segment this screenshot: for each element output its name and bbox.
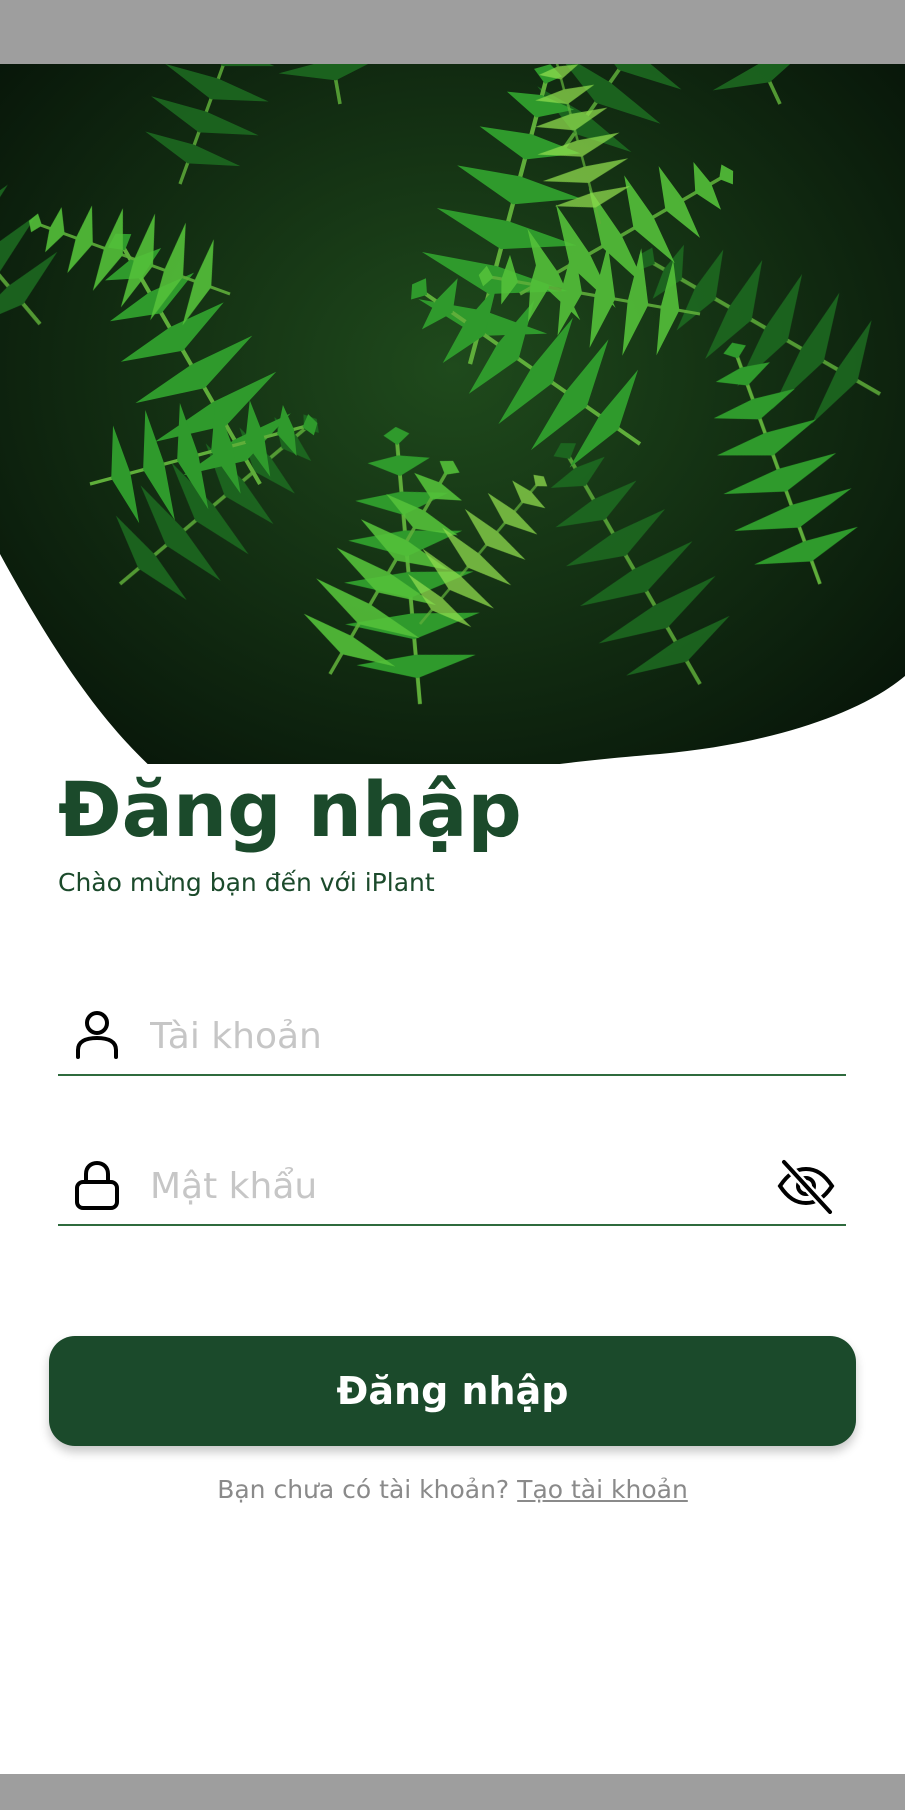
page-subtitle: Chào mừng bạn đến với iPlant <box>58 868 435 897</box>
login-button[interactable]: Đăng nhập <box>49 1336 856 1446</box>
signup-prompt: Bạn chưa có tài khoản? <box>217 1475 510 1504</box>
signup-link[interactable]: Tạo tài khoản <box>517 1475 688 1504</box>
fern-leaves-image <box>0 64 905 764</box>
username-field[interactable] <box>58 996 846 1076</box>
signup-row: Bạn chưa có tài khoản? Tạo tài khoản <box>0 1470 905 1510</box>
lock-icon <box>75 1160 119 1210</box>
user-icon <box>76 1011 118 1059</box>
password-input[interactable] <box>150 1156 750 1216</box>
login-screen: Đăng nhập Chào mừng bạn đến với iPlant Đ… <box>0 0 905 1810</box>
navigation-bar <box>0 1774 905 1810</box>
password-field[interactable] <box>58 1146 846 1226</box>
hero-image <box>0 64 905 764</box>
eye-off-icon[interactable] <box>776 1158 836 1214</box>
status-bar <box>0 0 905 64</box>
username-input[interactable] <box>150 1006 750 1066</box>
page-title: Đăng nhập <box>58 765 522 854</box>
